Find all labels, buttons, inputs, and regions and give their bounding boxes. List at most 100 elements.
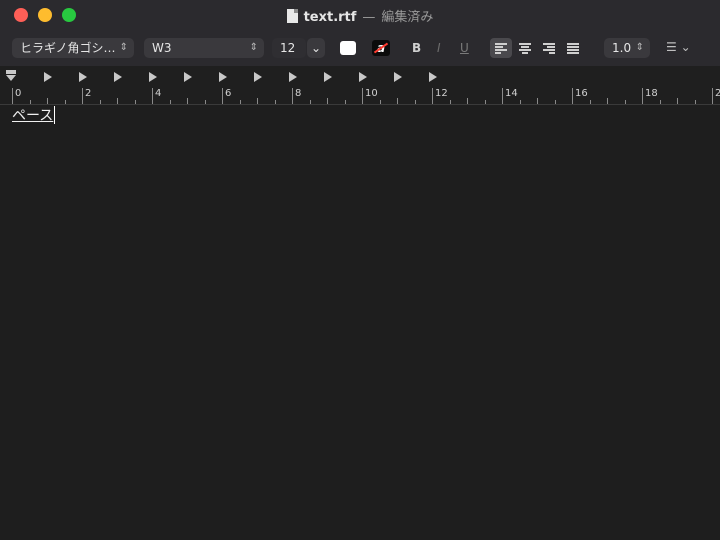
text-color-swatch[interactable] [340,41,356,55]
ruler-tick [659,100,661,104]
updown-chevron-icon: ⇕ [249,42,258,53]
ruler-tick [274,100,276,104]
ruler-tick [309,100,311,104]
ruler-tick [677,98,678,104]
ruler-label: 10 [365,88,378,99]
window-title: text.rtf — 編集済み [0,6,720,25]
background-color-swatch[interactable]: a [372,40,390,56]
align-left-icon [495,43,507,54]
ruler-tick [222,88,223,104]
ruler-tick [519,100,521,104]
updown-chevron-icon: ⇕ [635,42,644,53]
ruler-label: 2 [715,88,720,99]
updown-chevron-icon: ⇕ [119,42,128,53]
ruler-label: 12 [435,88,448,99]
font-weight-value: W3 [152,41,172,55]
line-spacing-value: 1.0 [612,41,632,55]
align-left-button[interactable] [490,38,512,58]
ruler-tick [204,100,206,104]
background-color-label: a [376,41,386,55]
document-content[interactable]: ペース [12,105,56,125]
font-weight-select[interactable]: W3 ⇕ [144,38,264,58]
ruler-tick [29,100,31,104]
format-toolbar: ヒラギノ角ゴシ… ⇕ W3 ⇕ 12 ⌄ a B I U 1.0 ⇕ ☰ ⌄ [0,32,720,66]
ruler-label: 16 [575,88,588,99]
font-family-value: ヒラギノ角ゴシ… [20,41,116,55]
ruler-tick [152,88,153,104]
alignment-group [490,38,590,58]
document-state: 編集済み [381,10,434,25]
font-size-dropdown[interactable]: ⌄ [307,38,325,58]
justify-button[interactable] [562,38,584,58]
ruler-tick [379,100,381,104]
chevron-down-icon: ⌄ [311,41,322,55]
tab-stop-marker[interactable] [219,72,227,82]
tab-stop-marker[interactable] [429,72,437,82]
ruler-tick [572,88,573,104]
ruler-tick [117,98,118,104]
ruler-tick [432,88,433,104]
ruler-tick [257,98,258,104]
align-center-button[interactable] [514,38,536,58]
list-icon: ☰ ⌄ [666,40,691,54]
ruler-tick [467,98,468,104]
textedit-window: text.rtf — 編集済み ヒラギノ角ゴシ… ⇕ W3 ⇕ 12 ⌄ a B I… [0,0,720,540]
document-icon [286,9,298,23]
tab-stop-marker[interactable] [184,72,192,82]
line-spacing-select[interactable]: 1.0 ⇕ [604,38,650,58]
title-bar: text.rtf — 編集済み [0,0,720,32]
justify-icon [567,43,579,54]
tab-stop-marker[interactable] [254,72,262,82]
first-line-indent-marker[interactable] [6,70,16,74]
ruler-tick [82,88,83,104]
font-size-field[interactable]: 12 [272,38,306,58]
ruler-tick [484,100,486,104]
document-filename: text.rtf [303,10,357,25]
tab-stop-marker[interactable] [324,72,332,82]
ruler-tick [99,100,101,104]
title-separator: — [362,10,376,25]
ruler-tick [12,88,13,104]
ruler-label: 4 [155,88,162,99]
tab-stop-marker[interactable] [149,72,157,82]
ruler-tick [344,100,346,104]
ruler-tick [712,88,713,104]
align-right-button[interactable] [538,38,560,58]
ruler-label: 0 [15,88,22,99]
tab-stop-marker[interactable] [44,72,52,82]
ruler-tick [362,88,363,104]
ruler-label: 18 [645,88,658,99]
ruler-tick [554,100,556,104]
font-family-select[interactable]: ヒラギノ角ゴシ… ⇕ [12,38,134,58]
ruler-tick [169,100,171,104]
underline-button[interactable]: U [460,40,469,56]
ruler-label: 14 [505,88,518,99]
left-indent-marker[interactable] [6,75,16,81]
tab-stop-marker[interactable] [289,72,297,82]
ruler[interactable]: 0 2 4 6 8 10 12 14 16 18 2 [0,66,720,105]
bold-button[interactable]: B [412,40,421,56]
font-size-value: 12 [280,41,296,55]
ruler-tick [537,98,538,104]
ruler-tick [187,98,188,104]
ruler-tick [607,98,608,104]
tab-stop-marker[interactable] [79,72,87,82]
tab-stop-marker[interactable] [114,72,122,82]
document-page[interactable]: ペース [0,105,720,540]
ruler-tick [64,100,66,104]
text-cursor [54,106,56,124]
ruler-label: 8 [295,88,302,99]
list-style-button[interactable]: ☰ ⌄ [666,40,691,54]
tab-stop-marker[interactable] [359,72,367,82]
tab-stop-marker[interactable] [394,72,402,82]
ruler-tick [397,98,398,104]
italic-button[interactable]: I [437,40,441,56]
ruler-tick [589,100,591,104]
document-text[interactable]: ペース [12,108,53,124]
align-center-icon [519,43,531,54]
ruler-label: 6 [225,88,232,99]
align-right-icon [543,43,555,54]
ruler-label: 2 [85,88,92,99]
ruler-tick [449,100,451,104]
ruler-tick [292,88,293,104]
